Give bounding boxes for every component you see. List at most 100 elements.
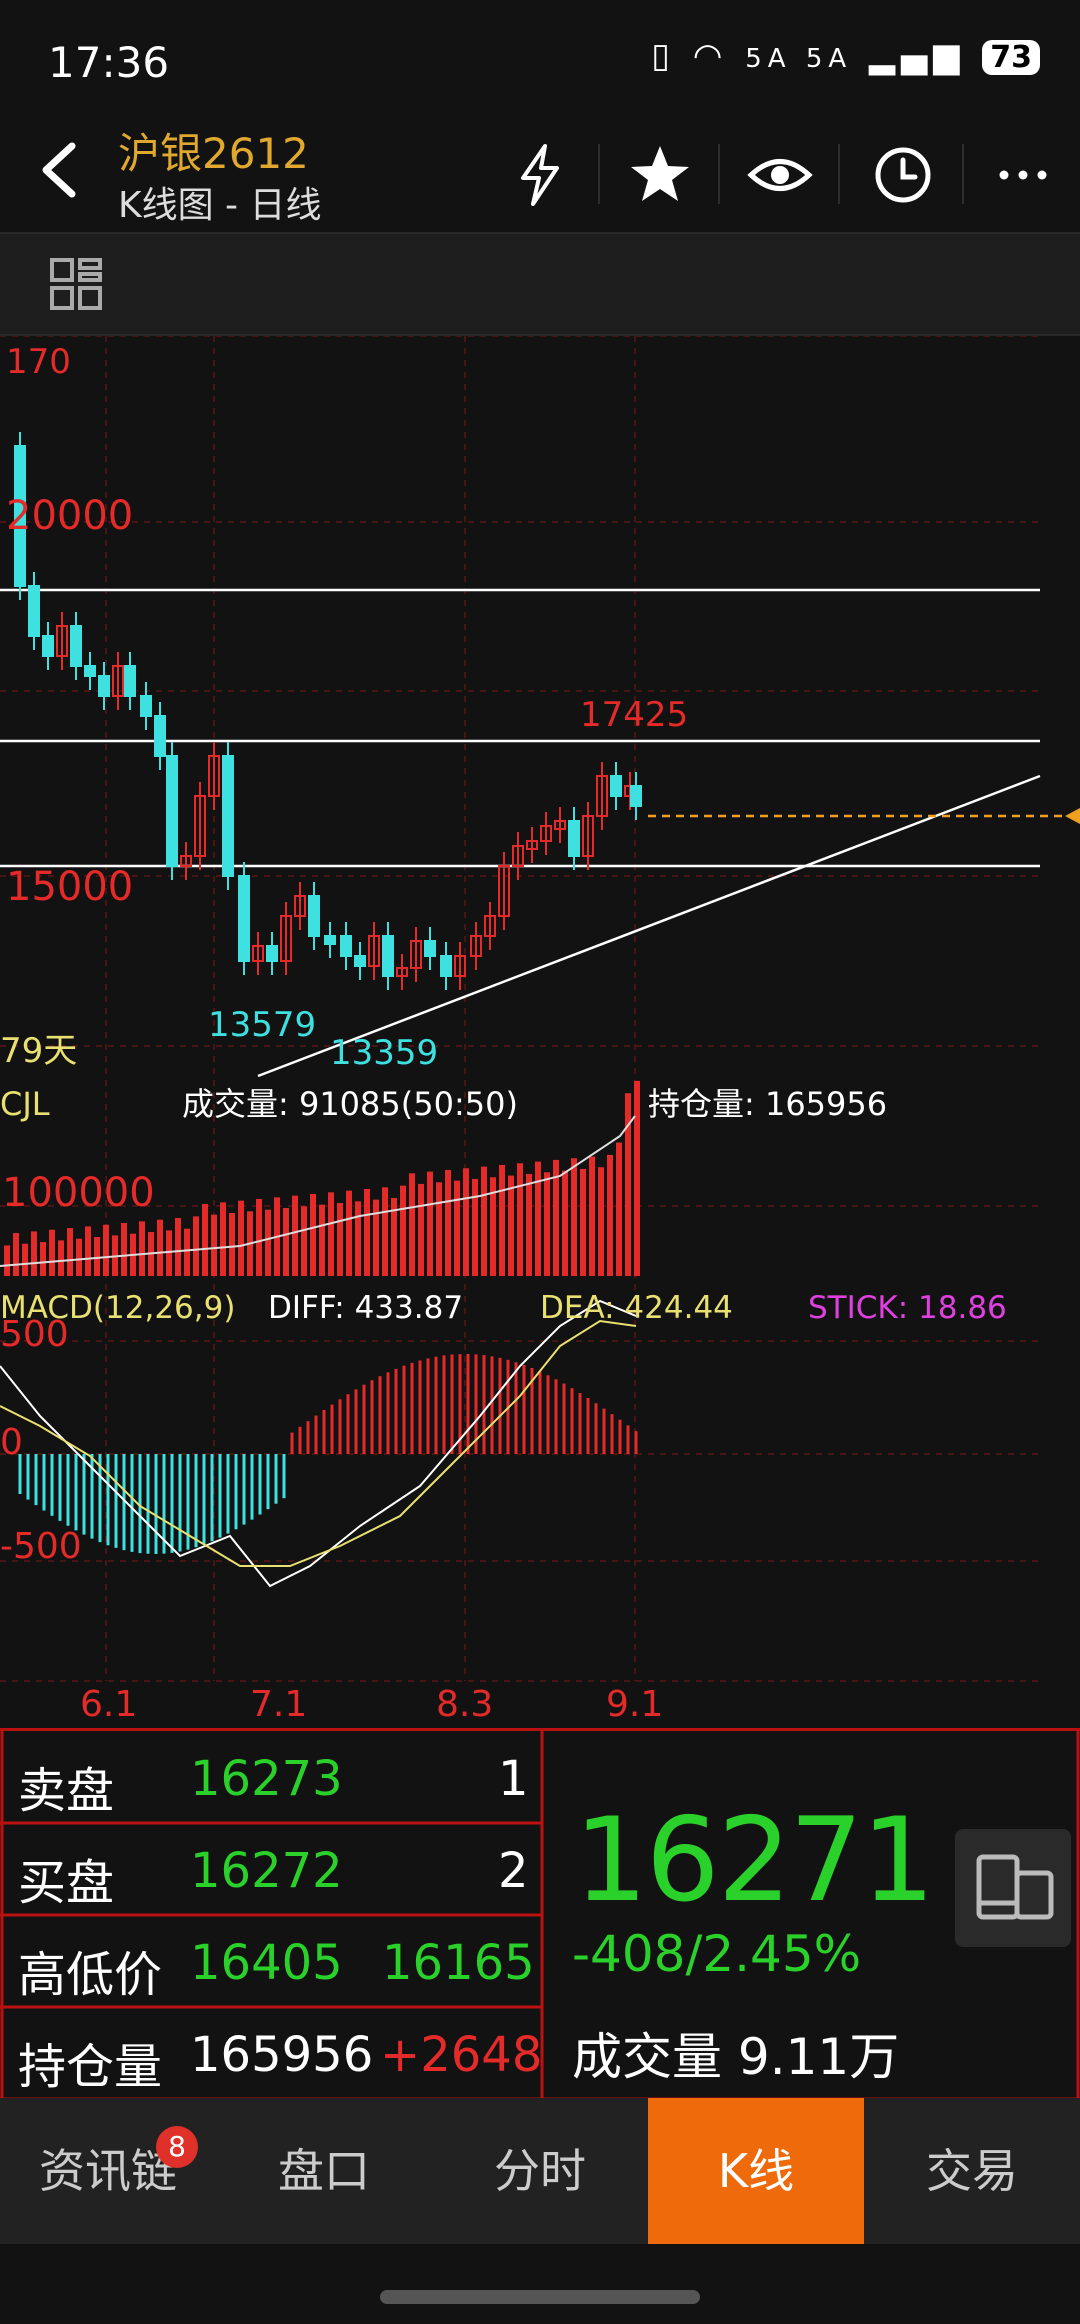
volume-bar — [517, 1163, 523, 1276]
candle-body — [308, 895, 320, 937]
price-label-top: 170 — [6, 342, 71, 382]
lightning-icon[interactable] — [505, 140, 575, 210]
volume-bar — [481, 1166, 487, 1276]
candle-body — [354, 955, 366, 967]
volume-bar — [265, 1209, 271, 1276]
volume-bar — [67, 1228, 73, 1276]
volume-bar — [238, 1200, 244, 1276]
chart-subtitle: K线图 - 日线 — [118, 185, 322, 226]
volume-bar — [445, 1169, 451, 1276]
volume-bar — [283, 1207, 289, 1276]
candle-body — [140, 695, 152, 717]
volume-bar — [40, 1242, 46, 1276]
volume-bar — [319, 1204, 325, 1276]
nav-trade[interactable]: 交易 — [864, 2098, 1080, 2244]
volume-bar — [346, 1190, 352, 1276]
volume-bar — [571, 1158, 577, 1276]
separator — [838, 144, 840, 204]
candle-body — [70, 625, 82, 667]
nav-news-chain[interactable]: 资讯链 — [0, 2098, 216, 2244]
title-bar: 沪银2612 K线图 - 日线 — [0, 120, 1080, 234]
macd-axis-0: 0 — [0, 1422, 23, 1463]
volume-bar — [508, 1175, 514, 1276]
date-label: 9.1 — [606, 1684, 663, 1725]
volume-bar — [634, 1080, 640, 1276]
separator — [598, 144, 600, 204]
volume-bar — [454, 1180, 460, 1276]
volume-bar — [4, 1245, 10, 1276]
volume-bar — [58, 1240, 64, 1276]
high-low-label: 高低价 — [18, 1947, 163, 2003]
macd-axis-500: 500 — [0, 1314, 69, 1355]
eye-icon[interactable] — [745, 140, 815, 210]
volume-bar — [157, 1219, 163, 1276]
sell-price: 16273 — [190, 1751, 343, 1807]
status-bar: 17:36 ▯ ◠ 5A 5A ▂▄▆ 73 — [0, 0, 1080, 120]
volume-bar — [409, 1173, 415, 1276]
volume-bar — [589, 1156, 595, 1276]
vibrate-icon: ▯ — [651, 36, 676, 76]
nav-intraday[interactable]: 分时 — [432, 2098, 648, 2244]
candle-body — [568, 820, 580, 857]
candle-body — [84, 665, 96, 677]
volume-bar — [373, 1199, 379, 1276]
more-icon[interactable] — [988, 140, 1058, 210]
volume-bar — [94, 1237, 100, 1276]
nav-order-book[interactable]: 盘口 — [216, 2098, 432, 2244]
sell-quantity: 1 — [498, 1751, 529, 1807]
candle-body — [424, 940, 436, 957]
candle-body — [124, 665, 136, 697]
buy-price: 16272 — [190, 1843, 343, 1899]
kline-chart[interactable]: 170 20000 15000 17425 13579 13359 79天 CJ… — [0, 336, 1080, 1728]
separator — [718, 144, 720, 204]
low-marker-label-2: 13359 — [330, 1033, 438, 1073]
candle-body — [266, 945, 278, 962]
clock-icon[interactable] — [868, 140, 938, 210]
volume-bar — [382, 1187, 388, 1276]
volume-bar — [292, 1195, 298, 1276]
macd-axis-minus500: -500 — [0, 1526, 82, 1567]
volume-bar — [211, 1214, 217, 1276]
split-screen-button[interactable] — [955, 1829, 1071, 1947]
macd-stick: STICK: 18.86 — [808, 1290, 1007, 1326]
wifi-icon: ◠ — [692, 36, 729, 76]
high-marker-label: 17425 — [580, 695, 688, 735]
volume-bar — [85, 1226, 91, 1276]
volume-bar — [310, 1193, 316, 1276]
candle-body — [238, 875, 250, 962]
volume-bar — [355, 1201, 361, 1276]
cjl-open-interest: 持仓量: 165956 — [648, 1085, 887, 1123]
volume-bar — [580, 1168, 586, 1276]
candle-body — [98, 675, 110, 697]
candle-body — [440, 955, 452, 977]
volume-bar — [427, 1171, 433, 1276]
volume-bar — [229, 1213, 235, 1276]
nav-kline[interactable]: K线 — [648, 2098, 864, 2244]
volume-bar — [103, 1224, 109, 1276]
volume-axis-label: 100000 — [2, 1170, 155, 1216]
grid-icon[interactable] — [48, 256, 104, 312]
volume-bar — [499, 1164, 505, 1276]
candle-body — [610, 775, 622, 797]
bottom-nav: 资讯链 8 盘口 分时 K线 交易 — [0, 2098, 1080, 2244]
candle-body — [222, 755, 234, 877]
back-icon[interactable] — [30, 138, 94, 202]
volume-bar — [607, 1154, 613, 1276]
low-price: 16165 — [382, 1935, 535, 1991]
volume-bar — [544, 1172, 550, 1276]
volume-bar — [76, 1238, 82, 1276]
status-icons: ▯ ◠ 5A 5A ▂▄▆ 73 — [651, 36, 1040, 76]
candle-body — [340, 935, 352, 957]
candle-body — [166, 755, 178, 867]
open-interest-value: 165956 — [190, 2027, 374, 2083]
volume-bar — [436, 1182, 442, 1276]
volume-bar — [220, 1202, 226, 1276]
notification-badge: 8 — [156, 2126, 198, 2168]
volume-bar — [364, 1188, 370, 1276]
candle-body — [382, 935, 394, 977]
date-label: 8.3 — [436, 1684, 493, 1725]
star-icon[interactable] — [625, 140, 695, 210]
home-indicator[interactable] — [380, 2290, 700, 2304]
volume-bar — [625, 1093, 631, 1276]
candle-body — [630, 785, 642, 807]
